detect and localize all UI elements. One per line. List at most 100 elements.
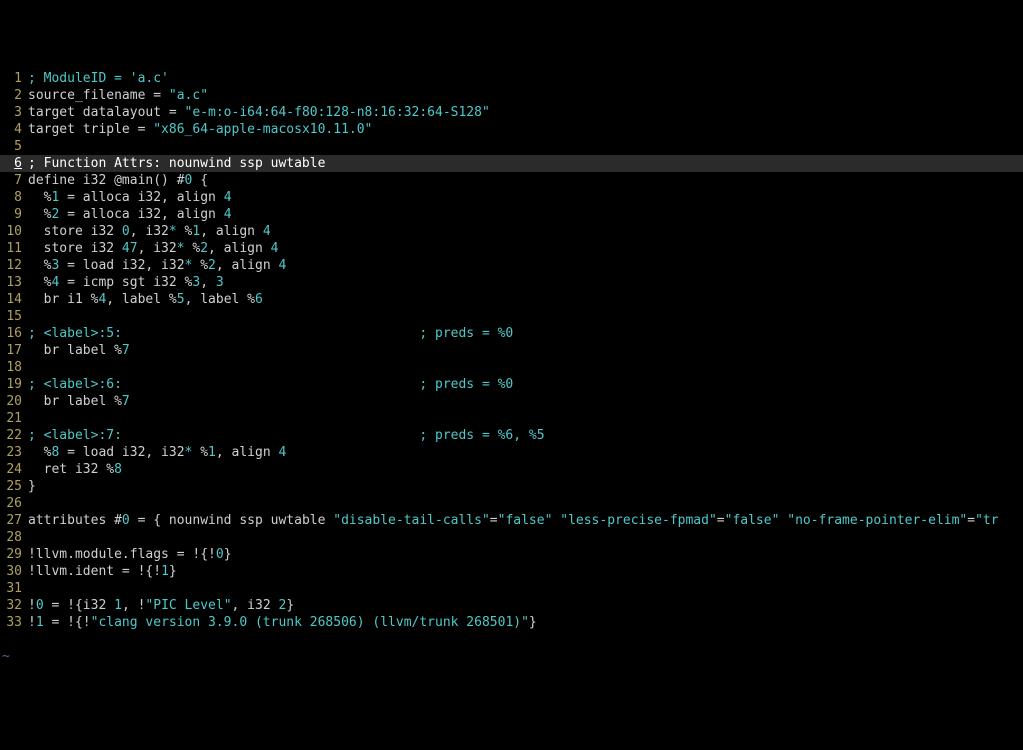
buffer-end-tilde: ~ [0,648,1023,665]
code-content: ret i32 %8 [28,461,1023,478]
line-number: 15 [0,308,28,325]
line-number: 13 [0,274,28,291]
code-line[interactable]: 23 %8 = load i32, i32* %1, align 4 [0,444,1023,461]
line-number: 19 [0,376,28,393]
line-number: 20 [0,393,28,410]
line-number: 30 [0,563,28,580]
code-line[interactable]: 2source_filename = "a.c" [0,87,1023,104]
code-content: ; ModuleID = 'a.c' [28,70,1023,87]
line-number: 16 [0,325,28,342]
line-number: 24 [0,461,28,478]
code-line[interactable]: 25} [0,478,1023,495]
code-line[interactable]: 27attributes #0 = { nounwind ssp uwtable… [0,512,1023,529]
code-line[interactable]: 33!1 = !{!"clang version 3.9.0 (trunk 26… [0,614,1023,631]
code-content: !0 = !{i32 1, !"PIC Level", i32 2} [28,597,1023,614]
code-content: %3 = load i32, i32* %2, align 4 [28,257,1023,274]
line-number: 8 [0,189,28,206]
code-line[interactable]: 30!llvm.ident = !{!1} [0,563,1023,580]
code-line[interactable]: 6; Function Attrs: nounwind ssp uwtable [0,155,1023,172]
line-number: 5 [0,138,28,155]
code-line[interactable]: 5 [0,138,1023,155]
line-number: 25 [0,478,28,495]
code-line[interactable]: 26 [0,495,1023,512]
code-line[interactable]: 15 [0,308,1023,325]
line-number: 1 [0,70,28,87]
code-line[interactable]: 4target triple = "x86_64-apple-macosx10.… [0,121,1023,138]
line-number: 32 [0,597,28,614]
code-content: %4 = icmp sgt i32 %3, 3 [28,274,1023,291]
line-number: 4 [0,121,28,138]
code-content: !llvm.module.flags = !{!0} [28,546,1023,563]
code-content: } [28,478,1023,495]
code-content: br i1 %4, label %5, label %6 [28,291,1023,308]
code-content: store i32 0, i32* %1, align 4 [28,223,1023,240]
code-line[interactable]: 20 br label %7 [0,393,1023,410]
line-number: 21 [0,410,28,427]
code-content: ; <label>:6: ; preds = %0 [28,376,1023,393]
code-line[interactable]: 19; <label>:6: ; preds = %0 [0,376,1023,393]
code-line[interactable]: 1; ModuleID = 'a.c' [0,70,1023,87]
line-number: 9 [0,206,28,223]
code-line[interactable]: 18 [0,359,1023,376]
code-content: ; <label>:7: ; preds = %6, %5 [28,427,1023,444]
code-line[interactable]: 22; <label>:7: ; preds = %6, %5 [0,427,1023,444]
code-line[interactable]: 29!llvm.module.flags = !{!0} [0,546,1023,563]
line-number: 26 [0,495,28,512]
line-number: 14 [0,291,28,308]
code-content: source_filename = "a.c" [28,87,1023,104]
code-line[interactable]: 7define i32 @main() #0 { [0,172,1023,189]
code-line[interactable]: 28 [0,529,1023,546]
code-content: %1 = alloca i32, align 4 [28,189,1023,206]
code-line[interactable]: 17 br label %7 [0,342,1023,359]
code-content: %8 = load i32, i32* %1, align 4 [28,444,1023,461]
code-content [28,529,1023,546]
code-content [28,410,1023,427]
code-line[interactable]: 9 %2 = alloca i32, align 4 [0,206,1023,223]
code-line[interactable]: 3target datalayout = "e-m:o-i64:64-f80:1… [0,104,1023,121]
line-number: 28 [0,529,28,546]
code-content: target triple = "x86_64-apple-macosx10.1… [28,121,1023,138]
code-line[interactable]: 8 %1 = alloca i32, align 4 [0,189,1023,206]
code-content: !1 = !{!"clang version 3.9.0 (trunk 2685… [28,614,1023,631]
code-content: store i32 47, i32* %2, align 4 [28,240,1023,257]
line-number: 31 [0,580,28,597]
code-content [28,308,1023,325]
code-content: br label %7 [28,393,1023,410]
line-number: 2 [0,87,28,104]
code-line[interactable]: 31 [0,580,1023,597]
code-editor[interactable]: 1; ModuleID = 'a.c'2source_filename = "a… [0,68,1023,631]
line-number: 7 [0,172,28,189]
line-number: 11 [0,240,28,257]
line-number: 6 [0,155,28,172]
code-content: ; <label>:5: ; preds = %0 [28,325,1023,342]
code-content: !llvm.ident = !{!1} [28,563,1023,580]
code-content [28,359,1023,376]
code-content: %2 = alloca i32, align 4 [28,206,1023,223]
code-content: target datalayout = "e-m:o-i64:64-f80:12… [28,104,1023,121]
code-line[interactable]: 14 br i1 %4, label %5, label %6 [0,291,1023,308]
line-number: 27 [0,512,28,529]
code-content [28,495,1023,512]
line-number: 12 [0,257,28,274]
code-line[interactable]: 32!0 = !{i32 1, !"PIC Level", i32 2} [0,597,1023,614]
code-line[interactable]: 11 store i32 47, i32* %2, align 4 [0,240,1023,257]
code-line[interactable]: 24 ret i32 %8 [0,461,1023,478]
line-number: 3 [0,104,28,121]
code-content: define i32 @main() #0 { [28,172,1023,189]
line-number: 17 [0,342,28,359]
code-content [28,138,1023,155]
line-number: 29 [0,546,28,563]
code-line[interactable]: 10 store i32 0, i32* %1, align 4 [0,223,1023,240]
code-line[interactable]: 12 %3 = load i32, i32* %2, align 4 [0,257,1023,274]
code-line[interactable]: 16; <label>:5: ; preds = %0 [0,325,1023,342]
code-content: ; Function Attrs: nounwind ssp uwtable [28,155,1023,172]
line-number: 23 [0,444,28,461]
code-line[interactable]: 21 [0,410,1023,427]
code-content: attributes #0 = { nounwind ssp uwtable "… [28,512,1023,529]
code-content: br label %7 [28,342,1023,359]
line-number: 18 [0,359,28,376]
code-content [28,580,1023,597]
line-number: 10 [0,223,28,240]
line-number: 22 [0,427,28,444]
code-line[interactable]: 13 %4 = icmp sgt i32 %3, 3 [0,274,1023,291]
